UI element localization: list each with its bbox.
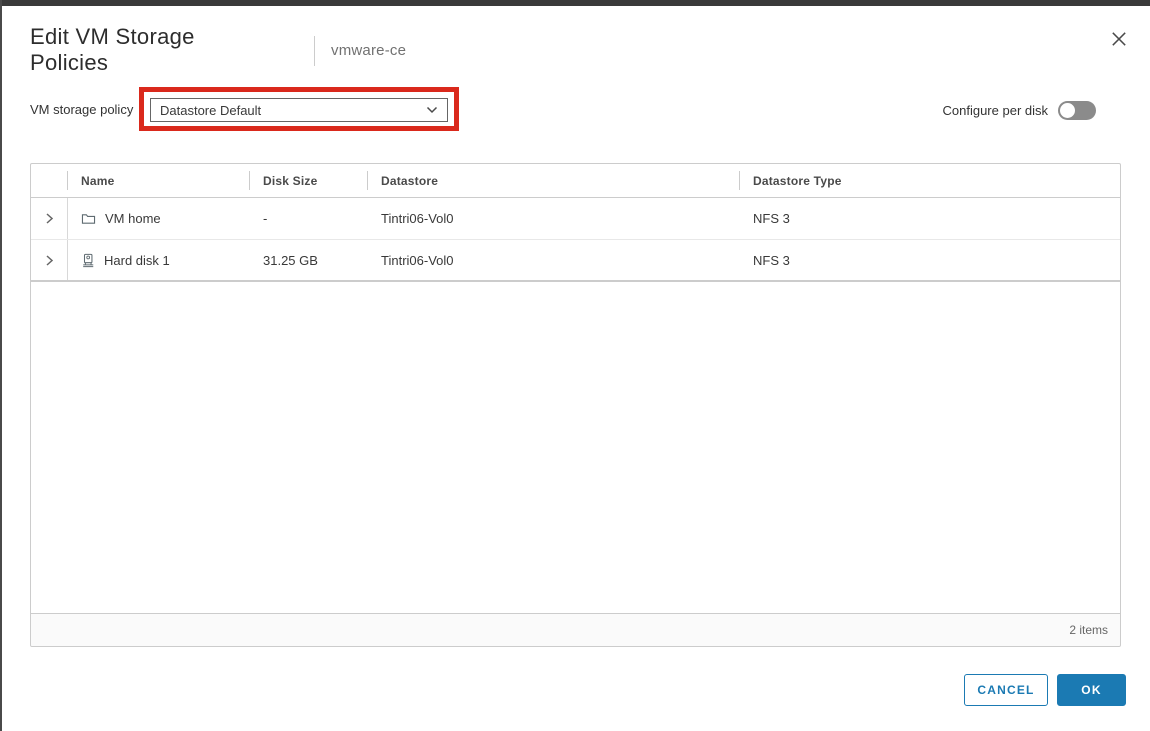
expand-row-button[interactable] bbox=[37, 207, 61, 231]
row-datastore-cell: Tintri06-Vol0 bbox=[367, 198, 739, 239]
row-datastore-cell: Tintri06-Vol0 bbox=[367, 240, 739, 280]
storage-policy-datagrid: Name Disk Size Datastore Datastore Type … bbox=[30, 163, 1121, 647]
expand-cell bbox=[31, 198, 67, 239]
window-left-edge bbox=[0, 0, 2, 731]
chevron-right-icon bbox=[43, 212, 55, 225]
row-name-cell: Hard disk 1 bbox=[67, 240, 249, 280]
hard-disk-icon bbox=[81, 253, 95, 268]
folder-icon bbox=[81, 212, 96, 225]
row-datastore-type-cell: NFS 3 bbox=[739, 240, 1120, 280]
items-count: 2 items bbox=[1069, 623, 1108, 637]
chevron-right-icon bbox=[43, 254, 55, 267]
dialog-title: Edit VM Storage Policies bbox=[30, 24, 265, 76]
ok-button[interactable]: OK bbox=[1057, 674, 1126, 706]
header-expand-column bbox=[31, 164, 67, 197]
toggle-knob bbox=[1060, 103, 1075, 118]
table-row-hard-disk-1[interactable]: Hard disk 1 31.25 GB Tintri06-Vol0 NFS 3 bbox=[31, 240, 1120, 282]
close-icon bbox=[1110, 30, 1128, 48]
row-name: VM home bbox=[105, 211, 161, 226]
row-datastore-type-cell: NFS 3 bbox=[739, 198, 1120, 239]
header-datastore: Datastore bbox=[367, 164, 739, 197]
configure-per-disk-toggle[interactable] bbox=[1058, 101, 1096, 120]
dialog-subtitle-vm-name: vmware-ce bbox=[331, 42, 406, 59]
row-name-cell: VM home bbox=[67, 198, 249, 239]
header-datastore-type: Datastore Type bbox=[739, 164, 1120, 197]
configure-per-disk-control: Configure per disk bbox=[943, 100, 1097, 120]
row-disk-size-cell: 31.25 GB bbox=[249, 240, 367, 280]
vm-storage-policy-select[interactable]: Datastore Default bbox=[150, 98, 448, 122]
header-name: Name bbox=[67, 164, 249, 197]
vm-storage-policy-selected-value: Datastore Default bbox=[160, 103, 261, 118]
header-disk-size: Disk Size bbox=[249, 164, 367, 197]
table-row-vm-home[interactable]: VM home - Tintri06-Vol0 NFS 3 bbox=[31, 198, 1120, 240]
title-divider bbox=[314, 36, 315, 66]
window-top-edge bbox=[0, 0, 1150, 6]
vm-storage-policy-label: VM storage policy bbox=[30, 102, 133, 117]
chevron-down-icon bbox=[426, 106, 438, 114]
dialog-actions: CANCEL OK bbox=[964, 674, 1126, 706]
datagrid-empty-area bbox=[31, 282, 1120, 613]
datagrid-footer: 2 items bbox=[31, 613, 1120, 646]
row-disk-size-cell: - bbox=[249, 198, 367, 239]
expand-cell bbox=[31, 240, 67, 280]
expand-row-button[interactable] bbox=[37, 248, 61, 272]
cancel-button[interactable]: CANCEL bbox=[964, 674, 1048, 706]
configure-per-disk-label: Configure per disk bbox=[943, 103, 1049, 118]
close-button[interactable] bbox=[1106, 26, 1132, 52]
datagrid-header-row: Name Disk Size Datastore Datastore Type bbox=[31, 164, 1120, 198]
row-name: Hard disk 1 bbox=[104, 253, 170, 268]
